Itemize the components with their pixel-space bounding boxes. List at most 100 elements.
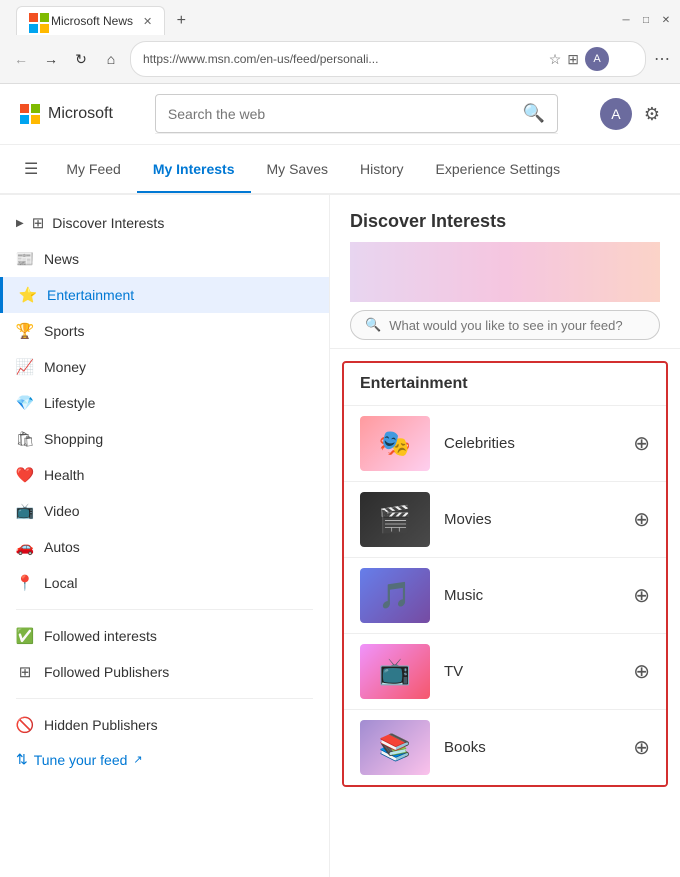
sidebar-item-entertainment[interactable]: ⭐ Entertainment [0,277,329,313]
home-button[interactable]: ⌂ [100,51,122,67]
bookmark-icon[interactable]: ☆ [549,51,562,68]
page: Microsoft 🔍 A ⚙ ☰ My Feed My Interests M… [0,84,680,877]
news-icon: 📰 [16,250,34,268]
sports-icon: 🏆 [16,322,34,340]
browser-chrome: Microsoft News ✕ + ─ □ ✕ ← → ↻ ⌂ https:/… [0,0,680,84]
sidebar-item-video[interactable]: 📺 Video [0,493,329,529]
sidebar-item-hidden-publishers[interactable]: 🚫 Hidden Publishers [0,707,329,743]
music-image: 🎵 [360,568,430,623]
movies-label: Movies [444,511,619,528]
discover-search-input[interactable] [389,318,645,333]
address-icons: ☆ ⊞ A [549,47,609,71]
movies-image: 🎬 [360,492,430,547]
interest-card-celebrities[interactable]: 🎭 Celebrities ⊕ [344,405,666,481]
browser-menu-button[interactable]: ⋯ [654,49,670,69]
discover-search-bar[interactable]: 🔍 [350,310,660,340]
tab-close-button[interactable]: ✕ [143,15,152,28]
local-label: Local [44,575,77,591]
new-tab-button[interactable]: + [169,9,193,33]
shopping-icon: 🛍 [16,430,34,448]
tune-feed-link[interactable]: ⇅ Tune your feed ↗ [0,743,329,776]
sidebar-divider-2 [16,698,313,699]
back-button[interactable]: ← [10,51,32,67]
logo-sq1 [20,104,29,113]
main-content: ▶ ⊞ Discover Interests 📰 News ⭐ Entertai… [0,195,680,877]
sidebar-item-followed-interests[interactable]: ✅ Followed interests [0,618,329,654]
sidebar-item-health[interactable]: ❤️ Health [0,457,329,493]
title-bar: Microsoft News ✕ + ─ □ ✕ [0,0,680,35]
autos-icon: 🚗 [16,538,34,556]
browser-tab[interactable]: Microsoft News ✕ [16,6,165,35]
news-label: News [44,251,79,267]
ms-squares-logo [20,104,40,124]
celebrities-label: Celebrities [444,435,619,452]
money-icon: 📈 [16,358,34,376]
sidebar-item-autos[interactable]: 🚗 Autos [0,529,329,565]
sidebar-item-news[interactable]: 📰 News [0,241,329,277]
sidebar-discover-interests[interactable]: ▶ ⊞ Discover Interests [0,205,329,241]
tab-bar: Microsoft News ✕ + [8,6,201,35]
forward-button[interactable]: → [40,51,62,67]
interest-card-books[interactable]: 📚 Books ⊕ [344,709,666,785]
minimize-button[interactable]: ─ [620,15,632,27]
money-label: Money [44,359,86,375]
screenshot-icon[interactable]: ⊞ [567,51,579,68]
sidebar: ▶ ⊞ Discover Interests 📰 News ⭐ Entertai… [0,195,330,877]
discover-interests-label: Discover Interests [52,215,164,231]
sidebar-item-lifestyle[interactable]: 💎 Lifestyle [0,385,329,421]
tune-feed-external-icon: ↗ [133,753,142,766]
tune-feed-icon: ⇅ [16,751,28,768]
close-button[interactable]: ✕ [660,15,672,27]
discover-header: Discover Interests 🔍 [330,195,680,349]
followed-interests-label: Followed interests [44,628,157,644]
address-text: https://www.msn.com/en-us/feed/personali… [143,52,549,66]
restore-button[interactable]: □ [640,15,652,27]
health-label: Health [44,467,84,483]
interest-card-movies[interactable]: 🎬 Movies ⊕ [344,481,666,557]
tv-label: TV [444,663,619,680]
header-avatar[interactable]: A [600,98,632,130]
hamburger-menu[interactable]: ☰ [20,145,42,193]
music-add-button[interactable]: ⊕ [633,583,650,608]
video-icon: 📺 [16,502,34,520]
ms-header: Microsoft 🔍 A ⚙ [0,84,680,145]
celebrities-image: 🎭 [360,416,430,471]
discover-preview-strip [350,242,660,302]
address-bar: ← → ↻ ⌂ https://www.msn.com/en-us/feed/p… [0,35,680,83]
header-search-area: 🔍 [155,94,558,134]
interest-card-music[interactable]: 🎵 Music ⊕ [344,557,666,633]
tab-history[interactable]: History [344,147,420,191]
books-label: Books [444,739,619,756]
followed-publishers-icon: ⊞ [16,663,34,681]
refresh-button[interactable]: ↻ [70,51,92,68]
tv-add-button[interactable]: ⊕ [633,659,650,684]
address-profile-avatar[interactable]: A [585,47,609,71]
sidebar-item-followed-publishers[interactable]: ⊞ Followed Publishers [0,654,329,690]
settings-icon[interactable]: ⚙ [644,104,660,125]
movies-add-button[interactable]: ⊕ [633,507,650,532]
hidden-publishers-icon: 🚫 [16,716,34,734]
sidebar-divider-1 [16,609,313,610]
logo-sq2 [31,104,40,113]
tab-my-feed[interactable]: My Feed [50,147,136,191]
search-input[interactable] [168,106,515,122]
entertainment-panel: Entertainment 🎭 Celebrities ⊕ 🎬 Movies ⊕ [342,361,668,787]
sidebar-item-sports[interactable]: 🏆 Sports [0,313,329,349]
right-panel: Discover Interests 🔍 Entertainment 🎭 Cel… [330,195,680,877]
interest-card-tv[interactable]: 📺 TV ⊕ [344,633,666,709]
entertainment-label: Entertainment [47,287,134,303]
sidebar-item-shopping[interactable]: 🛍 Shopping [0,421,329,457]
discover-search-icon: 🔍 [365,317,381,333]
tab-experience-settings[interactable]: Experience Settings [420,147,577,191]
tab-title: Microsoft News [51,14,133,28]
sidebar-item-local[interactable]: 📍 Local [0,565,329,601]
followed-interests-icon: ✅ [16,627,34,645]
tab-my-saves[interactable]: My Saves [251,147,344,191]
address-input[interactable]: https://www.msn.com/en-us/feed/personali… [130,41,646,77]
search-bar[interactable]: 🔍 [155,94,558,133]
books-add-button[interactable]: ⊕ [633,735,650,760]
tab-my-interests[interactable]: My Interests [137,147,251,193]
sidebar-item-money[interactable]: 📈 Money [0,349,329,385]
celebrities-add-button[interactable]: ⊕ [633,431,650,456]
search-icon[interactable]: 🔍 [522,103,544,124]
